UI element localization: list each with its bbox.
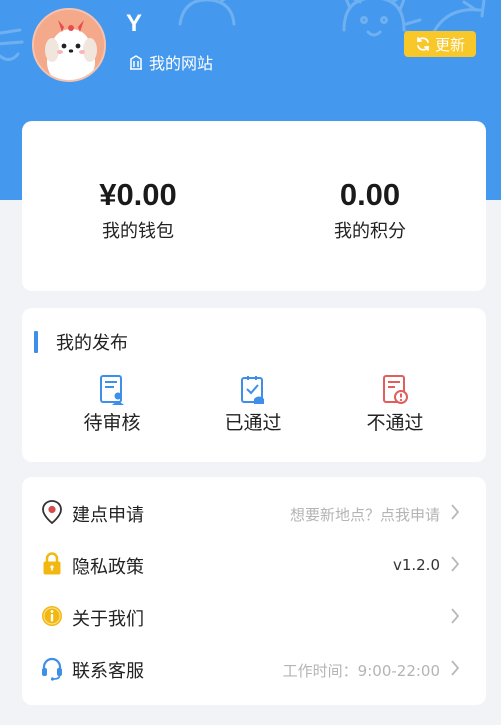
building-icon [130,55,142,70]
wallet-card: ¥0.00 我的钱包 0.00 我的积分 [22,121,486,291]
avatar[interactable] [32,8,106,82]
cat-doodle-icon [0,28,24,61]
chevron-right-icon [451,608,460,624]
lock-icon [43,552,61,575]
info-icon [42,606,62,626]
approved-icon [241,376,264,404]
chevron-right-icon [451,504,460,520]
working-hours-text: 工作时间：9:00-22:00 [282,662,440,680]
chevron-right-icon [451,660,460,676]
points-label: 我的积分 [334,221,406,242]
menu-item-title: 联系客服 [72,661,144,682]
section-accent-bar [34,331,38,353]
username: Y [126,10,143,37]
cat-doodle-icon [178,0,236,26]
points-value: 0.00 [339,177,401,212]
menu-item-apply-location[interactable]: 建点申请 想要新地点？点我申请 [22,487,486,539]
rejected-icon [383,375,408,404]
menu-item-title: 建点申请 [72,505,144,526]
approved-button[interactable]: 已通过 [193,374,313,435]
menu-item-hint: 想要新地点？点我申请 [289,506,440,524]
site-label: 我的网站 [149,54,214,73]
menu-item-privacy-policy[interactable]: 隐私政策 v1.2.0 [22,539,486,591]
refresh-button[interactable]: 更新 [404,31,476,57]
my-publish-card: 我的发布 待审核 已通过 不通过 [22,308,486,462]
version-text: v1.2.0 [392,556,440,574]
menu-item-about-us[interactable]: 关于我们 [22,591,486,643]
menu-card: 建点申请 想要新地点？点我申请 隐私政策 v1.2.0 关于我们 联系客服 工作… [22,477,486,705]
menu-item-title: 关于我们 [72,609,144,630]
pending-review-icon [100,375,124,405]
menu-item-title: 隐私政策 [72,557,144,578]
chevron-right-icon [451,556,460,572]
section-title: 我的发布 [56,333,128,354]
location-pin-icon [42,500,62,525]
approved-label: 已通过 [224,412,282,434]
wallet-label: 我的钱包 [102,221,174,242]
rejected-button[interactable]: 不通过 [335,374,455,435]
pending-review-button[interactable]: 待审核 [52,374,172,435]
my-site-link[interactable]: 我的网站 [128,50,213,74]
headset-icon [42,657,62,681]
refresh-label: 更新 [434,35,465,54]
wallet-balance: ¥0.00 [99,177,177,212]
pending-review-label: 待审核 [83,412,141,434]
menu-item-customer-service[interactable]: 联系客服 工作时间：9:00-22:00 [22,643,486,695]
rejected-label: 不通过 [366,412,424,434]
refresh-icon [417,37,429,51]
